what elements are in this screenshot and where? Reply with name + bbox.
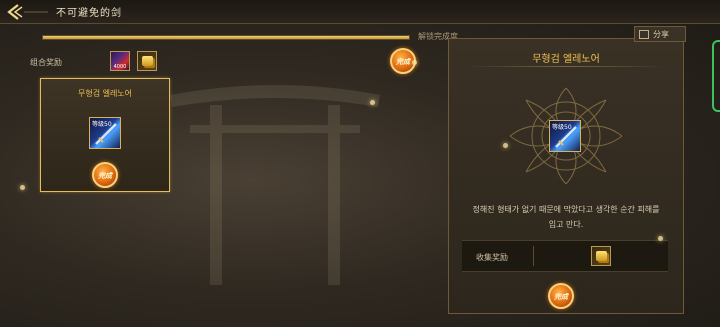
glow-particle bbox=[503, 143, 508, 148]
gold-item-icon[interactable] bbox=[591, 246, 611, 266]
complete-stamp-icon: 完成 bbox=[548, 283, 574, 309]
combo-reward-label: 组合奖励 bbox=[30, 58, 62, 67]
gold-item-icon[interactable] bbox=[137, 51, 157, 71]
glow-particle bbox=[20, 185, 25, 190]
complete-stamp-icon: 完成 bbox=[92, 162, 118, 188]
card-name: 무형검 엘레노어 bbox=[77, 89, 133, 98]
back-button[interactable] bbox=[4, 2, 48, 22]
item-description: 정해진 형태가 없기 때문에 막았다고 생각한 순간 피해를 입고 만다. bbox=[472, 205, 660, 229]
title-divider bbox=[466, 66, 666, 67]
blue-sword-icon: 等级50 bbox=[89, 117, 121, 149]
glow-particle bbox=[412, 60, 417, 65]
glow-particle bbox=[370, 100, 375, 105]
item-level: 等级50 bbox=[552, 124, 572, 131]
back-arrow-icon bbox=[7, 4, 48, 20]
glow-particle bbox=[658, 236, 663, 241]
collection-progress-bar bbox=[42, 35, 410, 40]
progress-fill bbox=[43, 36, 409, 39]
top-bar: 不可避免的剑 bbox=[0, 0, 720, 24]
share-button[interactable]: 分享 bbox=[634, 26, 686, 42]
collect-reward-label: 收集奖励 bbox=[476, 253, 508, 262]
sword-item-icon[interactable]: 4000 bbox=[110, 51, 130, 71]
torii-gate-background bbox=[170, 85, 380, 285]
share-label: 分享 bbox=[653, 30, 669, 39]
item-count: 4000 bbox=[113, 64, 127, 70]
equipment-card[interactable]: 무형검 엘레노어 等级50 完成 bbox=[40, 78, 170, 192]
page-title: 不可避免的剑 bbox=[56, 8, 122, 19]
detail-item-icon[interactable]: 等级50 bbox=[549, 120, 581, 152]
share-icon bbox=[639, 30, 649, 39]
item-level: 等级50 bbox=[92, 121, 112, 128]
row-divider bbox=[533, 246, 534, 266]
side-frame bbox=[712, 40, 720, 112]
detail-title: 무형검 엘레노어 bbox=[532, 54, 600, 65]
